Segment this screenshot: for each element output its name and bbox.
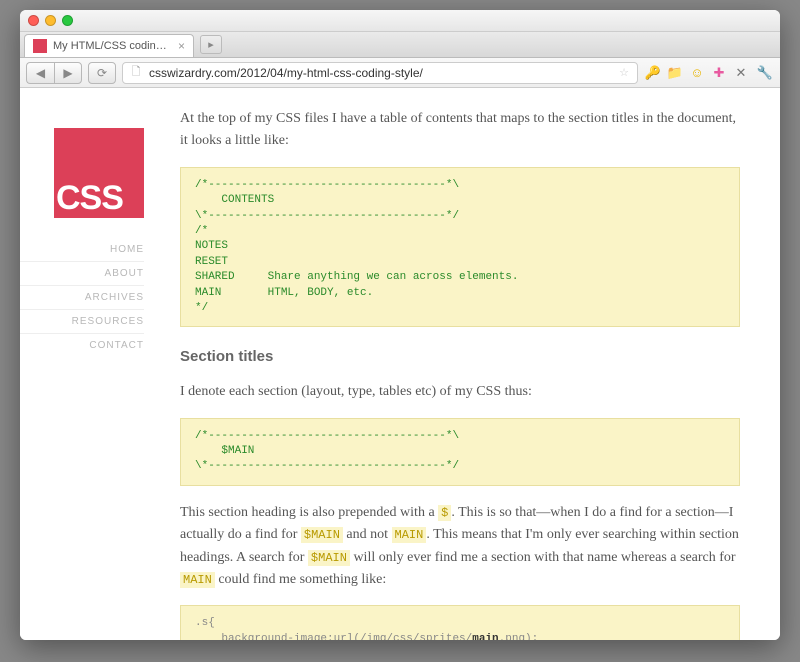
inline-code-main2: MAIN [180,572,215,588]
nav-buttons: ◀ ▶ [26,62,82,84]
url-input[interactable] [149,66,611,80]
close-window-button[interactable] [28,15,39,26]
extension-icons: 🔑 📁 ☺ ✚ ✕ [644,64,750,82]
inline-code-main1: MAIN [392,527,427,543]
browser-window: My HTML/CSS coding style — ... × ▸ ◀ ▶ ⟳… [20,10,780,640]
nav-resources[interactable]: RESOURCES [20,309,144,333]
extension-plus-icon[interactable]: ✚ [710,64,728,82]
close-tab-icon[interactable]: × [178,39,185,53]
intro-paragraph: At the top of my CSS files I have a tabl… [180,108,740,153]
back-button[interactable]: ◀ [26,62,54,84]
site-logo[interactable]: CSS [54,128,144,218]
logo-text: CSS [56,179,123,218]
page-viewport: CSS HOME ABOUT ARCHIVES RESOURCES CONTAC… [20,88,780,640]
zoom-window-button[interactable] [62,15,73,26]
minimize-window-button[interactable] [45,15,56,26]
inline-code-dmain2: $MAIN [308,550,350,566]
nav-contact[interactable]: CONTACT [20,333,144,357]
section-titles-intro: I denote each section (layout, type, tab… [180,381,740,403]
inline-code-dmain1: $MAIN [301,527,343,543]
nav-archives[interactable]: ARCHIVES [20,285,144,309]
nav-about[interactable]: ABOUT [20,261,144,285]
code-block-main: /*------------------------------------*\… [180,418,740,486]
forward-button[interactable]: ▶ [54,62,82,84]
extension-key-icon[interactable]: 🔑 [644,64,662,82]
address-bar[interactable]: 🗋 ☆ [122,62,638,84]
titlebar [20,10,780,32]
chrome-menu-icon[interactable]: 🔧 [756,64,774,82]
toolbar: ◀ ▶ ⟳ 🗋 ☆ 🔑 📁 ☺ ✚ ✕ 🔧 [20,58,780,88]
favicon-icon [33,39,47,53]
code-block-sprite: .s{ background-image:url(/img/css/sprite… [180,605,740,640]
nav-home[interactable]: HOME [20,238,144,261]
extension-tool-icon[interactable]: ✕ [732,64,750,82]
bookmark-star-icon[interactable]: ☆ [617,66,631,80]
site-sidebar: CSS HOME ABOUT ARCHIVES RESOURCES CONTAC… [20,88,160,640]
tab-strip: My HTML/CSS coding style — ... × ▸ [20,32,780,58]
new-tab-button[interactable]: ▸ [200,35,222,54]
dollar-explanation: This section heading is also prepended w… [180,502,740,592]
page-icon: 🗋 [129,66,143,80]
reload-button[interactable]: ⟳ [88,62,116,84]
extension-folder-icon[interactable]: 📁 [666,64,684,82]
section-titles-heading: Section titles [180,345,740,369]
extension-smile-icon[interactable]: ☺ [688,64,706,82]
inline-code-dollar: $ [438,505,451,521]
site-nav: HOME ABOUT ARCHIVES RESOURCES CONTACT [20,238,160,357]
tab-title: My HTML/CSS coding style — ... [53,40,172,52]
code-block-contents: /*------------------------------------*\… [180,167,740,328]
article-content: At the top of my CSS files I have a tabl… [160,88,780,640]
traffic-lights [28,15,73,26]
browser-tab[interactable]: My HTML/CSS coding style — ... × [24,34,194,57]
